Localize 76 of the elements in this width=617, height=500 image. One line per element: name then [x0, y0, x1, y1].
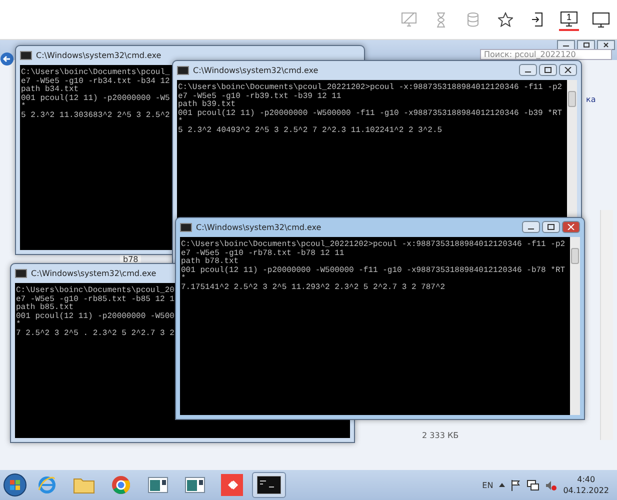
chrome-logo-icon	[111, 475, 131, 495]
console-line: 7.175141^2 2.5^2 3 2^5 11.293^2 2.3^2 5 2^2.7 3 2 787^2	[181, 284, 446, 292]
start-button-icon[interactable]	[3, 473, 27, 497]
network-icon[interactable]	[527, 480, 540, 490]
console-line: 001 pcoul(12 11) -p20000000 -W500000 -f11 -g10 -x9887353188984012120346 -b78 *RT	[181, 266, 566, 274]
app-window-icon	[148, 477, 168, 493]
close-icon[interactable]	[597, 40, 615, 50]
console-line: *	[181, 275, 186, 284]
close-icon	[564, 67, 572, 73]
console-line: C:\Users\boinc\Documents\pcoul_20	[16, 287, 174, 295]
console-line: 001 pcoul(12 11) -p20000000 -W5	[21, 94, 170, 102]
clock-time: 4:40	[577, 474, 596, 485]
console-line: C:\Users\boinc\Documents\pcoul_20221202>pcoul -x:9887353188984012120346 -f11 -p2	[178, 84, 562, 92]
database-icon	[467, 12, 479, 27]
console-line: *	[178, 118, 183, 126]
console-line: 5 2.3^2 11.303683^2 2^5 3 2.5^2	[21, 112, 170, 120]
console-app-icon	[180, 222, 192, 232]
console-line: C:\Users\boinc\Documents\pcoul_	[21, 69, 170, 77]
console-line: 7 2.5^2 3 2^5 . 2.3^2 5 2^2.7 3 2	[16, 330, 174, 338]
monitor-number: 1	[565, 12, 572, 22]
console-line: C:\Users\boinc\Documents\pcoul_20221202>pcoul -x:9887353188984012120346 -f11 -p2	[181, 241, 566, 249]
console-line: path b78.txt	[181, 258, 239, 266]
flag-icon[interactable]	[511, 480, 522, 490]
console-icon	[257, 476, 281, 494]
clock-date: 04.12.2022	[563, 485, 609, 496]
minimize-icon[interactable]	[557, 40, 575, 50]
scroll-thumb[interactable]	[568, 91, 576, 107]
menu-label[interactable]: ка	[586, 95, 596, 104]
taskbar-app-button[interactable]	[252, 472, 286, 498]
console-line: 001 pcoul(12 11) -p20000000 -W500	[16, 312, 174, 320]
restore-icon[interactable]	[577, 40, 595, 50]
console-app-icon	[15, 268, 27, 278]
window-title: C:\Windows\system32\cmd.exe	[193, 66, 318, 74]
console-line: e7 -W5e5 -g10 -rb34.txt -b34 12	[21, 78, 170, 86]
speaker-muted-icon[interactable]	[545, 480, 558, 490]
up-caret-icon[interactable]	[499, 483, 506, 487]
console-line: path b34.txt	[21, 86, 79, 94]
maximize-button[interactable]	[542, 221, 560, 233]
toolbar-button[interactable]: 1	[559, 8, 579, 30]
remote-desktop-icon	[221, 474, 243, 496]
window-title: C:\Windows\system32\cmd.exe	[196, 222, 322, 232]
console-line: 5 2.3^2 40493^2 2^5 3 2.5^2 7 2^2.3 11.102241^2 2 3^2.5	[178, 126, 442, 135]
console-line: e7 -W5e5 -g10 -rb85.txt -b85 12 1	[16, 296, 174, 304]
minimize-button[interactable]	[522, 221, 540, 233]
maximize-icon	[544, 67, 552, 73]
file-size: 2 333 КБ	[422, 431, 459, 440]
folder-icon	[73, 476, 95, 494]
sign-in-icon	[531, 12, 543, 27]
scroll-thumb[interactable]	[571, 248, 579, 264]
scrollbar[interactable]	[600, 210, 613, 440]
close-button[interactable]	[559, 64, 577, 76]
language-indicator[interactable]: EN	[482, 480, 494, 490]
app-window-icon	[185, 477, 205, 493]
screen-off-icon	[401, 12, 417, 27]
window-title: C:\Windows\system32\cmd.exe	[31, 268, 156, 278]
scrollbar[interactable]	[570, 237, 580, 415]
star-icon	[498, 12, 512, 27]
minimize-button[interactable]	[519, 64, 537, 76]
monitor-icon	[592, 12, 610, 28]
console-line: 001 pcoul(12 11) -p20000000 -W500000 -f11 -g10 -x9887353188984012120346 -b39 *RT	[178, 110, 562, 118]
close-icon	[567, 224, 575, 230]
console-app-icon	[20, 50, 32, 60]
ie-logo-icon	[37, 475, 57, 495]
console-line: path b39.txt	[178, 101, 236, 109]
console-line: e7 -W5e5 -g10 -rb78.txt -b78 12 11	[181, 250, 344, 258]
maximize-button[interactable]	[539, 64, 557, 76]
console-line: path b85.txt	[16, 304, 74, 312]
search-field[interactable]: Поиск: pcoul_2022120	[480, 49, 612, 60]
console-line: *	[21, 103, 26, 112]
console-line: *	[16, 321, 21, 330]
maximize-icon	[547, 224, 555, 230]
console-line: e7 -W5e5 -g10 -rb39.txt -b39 12 11	[178, 92, 342, 100]
hourglass-icon	[436, 12, 446, 28]
console-app-icon	[177, 66, 189, 74]
window-title: C:\Windows\system32\cmd.exe	[36, 50, 162, 60]
close-button[interactable]	[562, 221, 580, 233]
